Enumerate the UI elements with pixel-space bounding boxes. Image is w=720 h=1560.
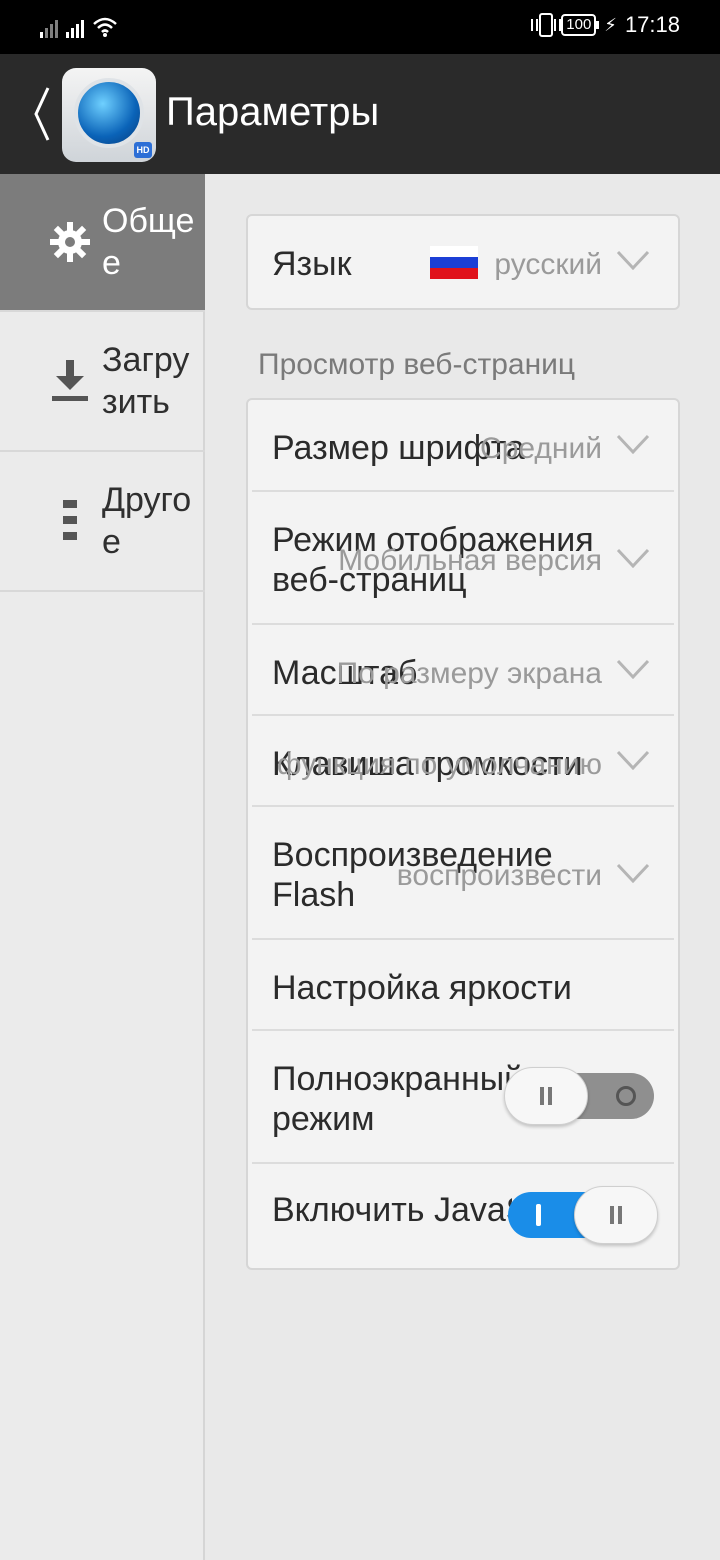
more-icon	[63, 500, 77, 540]
status-icons-right: 100 ⚡ 17:18	[531, 12, 680, 38]
zoom-row[interactable]: Масштаб По размеру экрана	[252, 625, 674, 716]
javascript-toggle[interactable]	[508, 1186, 658, 1244]
sidebar-item-other[interactable]: Другое	[0, 452, 205, 592]
signal-4g-icon	[66, 16, 84, 38]
row-label: Настройка яркости	[272, 969, 572, 1007]
row-value: Мобильная версия	[338, 544, 602, 577]
signal-icon	[40, 16, 58, 38]
chevron-down-icon	[616, 863, 650, 883]
wifi-icon	[93, 17, 117, 37]
chevron-down-icon	[616, 548, 650, 568]
status-bar: 100 ⚡ 17:18	[0, 0, 720, 54]
row-value: По размеру экрана	[336, 657, 602, 690]
fullscreen-row: Полноэкранный режим	[252, 1031, 674, 1164]
javascript-row: Включить JavaScript	[252, 1164, 674, 1264]
sidebar-item-label: Общее	[102, 202, 195, 282]
sidebar: Общее Загрузить Другое	[0, 174, 205, 1560]
app-bar: HD Параметры	[0, 54, 720, 174]
gear-icon	[50, 222, 90, 262]
flash-row[interactable]: Воспроизведение Flash воспроизвести	[252, 807, 674, 940]
sidebar-item-label: Другое	[102, 481, 192, 561]
section-title-web: Просмотр веб-страниц	[258, 348, 576, 381]
brightness-row[interactable]: Настройка яркости	[252, 940, 674, 1031]
toggle-knob	[504, 1067, 588, 1125]
chevron-down-icon	[616, 434, 650, 454]
hd-badge: HD	[134, 142, 152, 158]
row-value: воспроизвести	[396, 859, 602, 892]
globe-icon	[74, 78, 144, 148]
row-value: функция по умолчанию	[276, 748, 602, 781]
toggle-knob	[574, 1186, 658, 1244]
display-mode-row[interactable]: Режим отображения веб-страниц Мобильная …	[252, 492, 674, 625]
language-label: Язык	[272, 245, 352, 283]
volume-key-row[interactable]: Клавиша громкости функция по умолчанию	[252, 716, 674, 807]
app-logo: HD	[62, 68, 156, 162]
toggle-off-icon	[616, 1086, 636, 1106]
status-icons-left	[40, 14, 118, 38]
status-time: 17:18	[624, 12, 680, 37]
language-row[interactable]: Язык русский	[252, 216, 674, 308]
web-settings-card: Размер шрифта Средний Режим отображения …	[246, 398, 680, 1270]
sidebar-item-download[interactable]: Загрузить	[0, 312, 205, 452]
chevron-down-icon	[616, 659, 650, 679]
sidebar-item-general[interactable]: Общее	[0, 174, 205, 312]
font-size-row[interactable]: Размер шрифта Средний	[252, 400, 674, 492]
sidebar-item-label: Загрузить	[102, 341, 190, 421]
back-icon[interactable]	[32, 84, 52, 144]
charging-icon: ⚡	[604, 14, 617, 35]
toggle-on-icon	[536, 1204, 541, 1226]
language-value: русский	[494, 248, 602, 281]
fullscreen-toggle[interactable]	[504, 1067, 654, 1125]
row-label: Включить JavaScript	[272, 1191, 512, 1229]
download-icon	[52, 360, 88, 401]
page-title: Параметры	[166, 90, 380, 134]
vibrate-icon	[531, 13, 562, 37]
chevron-down-icon	[616, 750, 650, 770]
language-card: Язык русский	[246, 214, 680, 310]
battery-indicator: 100	[561, 14, 600, 36]
chevron-down-icon	[616, 250, 650, 270]
russia-flag-icon	[430, 246, 478, 279]
row-value: Средний	[480, 432, 602, 465]
